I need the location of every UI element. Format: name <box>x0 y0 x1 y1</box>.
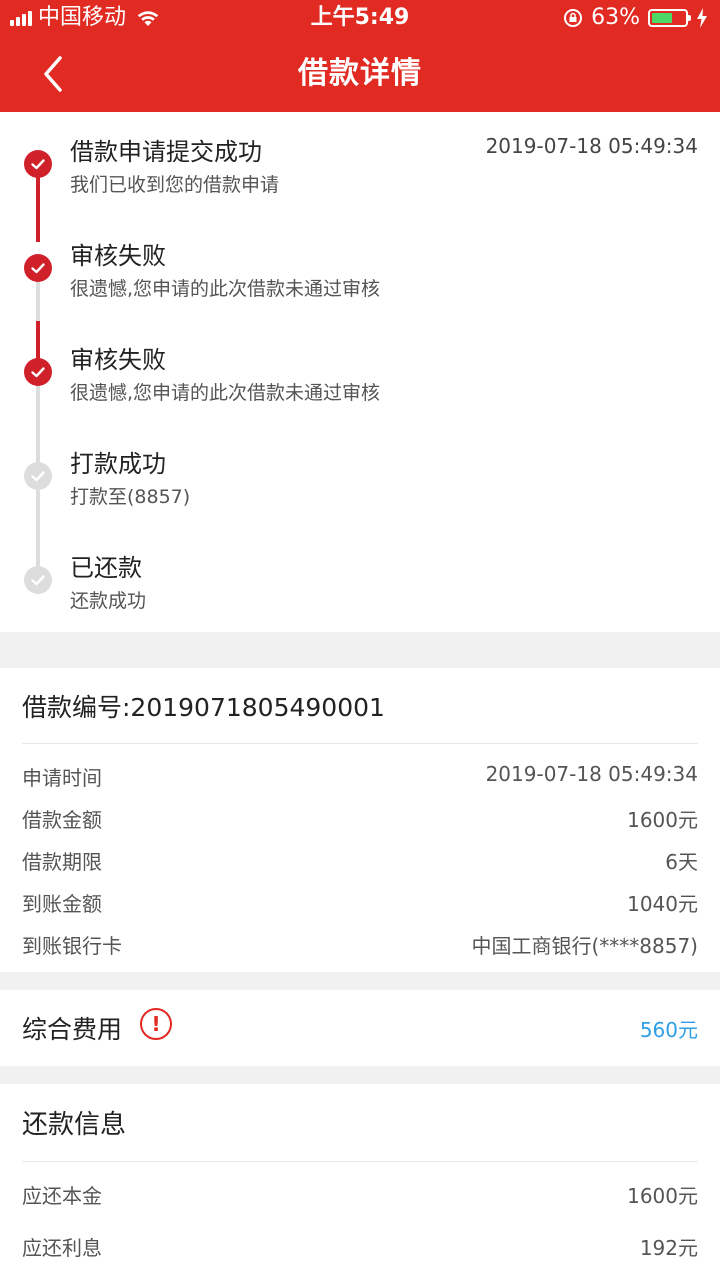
row-label: 到账银行卡 <box>22 934 122 958</box>
row-value: 1040元 <box>627 892 698 916</box>
check-circle-icon <box>24 566 52 594</box>
step-title: 审核失败 <box>70 346 166 374</box>
status-timeline: 借款申请提交成功 我们已收到您的借款申请 2019-07-18 05:49:34… <box>0 112 720 632</box>
row-value: 2019-07-18 05:49:34 <box>485 762 698 786</box>
step-title: 借款申请提交成功 <box>70 138 262 166</box>
nav-bar: 借款详情 <box>0 36 720 112</box>
step-subtitle: 还款成功 <box>70 590 147 612</box>
row-label: 到账金额 <box>22 892 102 916</box>
step-title: 已还款 <box>70 554 142 582</box>
step-subtitle: 打款至(8857) <box>70 486 191 508</box>
timeline-step: 已还款 还款成功 <box>0 528 720 632</box>
rotation-lock-icon <box>564 9 583 27</box>
detail-row: 应还本金 1600元 <box>22 1180 698 1210</box>
detail-row: 到账金额 1040元 <box>22 888 698 918</box>
loan-number: 借款编号:2019071805490001 <box>22 693 385 722</box>
info-alert-icon[interactable]: ! <box>140 1008 172 1040</box>
row-label: 应还本金 <box>22 1184 102 1208</box>
detail-row: 到账银行卡 中国工商银行(****8857) <box>22 930 698 960</box>
detail-row: 申请时间 2019-07-18 05:49:34 <box>22 762 698 792</box>
step-subtitle: 我们已收到您的借款申请 <box>70 174 280 196</box>
row-label: 应还利息 <box>22 1236 102 1260</box>
step-subtitle: 很遗憾,您申请的此次借款未通过审核 <box>70 382 381 404</box>
divider <box>22 1161 698 1162</box>
app-header: 中国移动 上午5:49 63% 借款详情 <box>0 0 720 112</box>
timeline-step: 打款成功 打款至(8857) <box>0 424 720 528</box>
row-value: 6天 <box>665 850 698 874</box>
timeline-step: 借款申请提交成功 我们已收到您的借款申请 2019-07-18 05:49:34 <box>0 112 720 216</box>
fee-label: 综合费用 <box>22 1015 123 1044</box>
battery-percent: 63% <box>591 5 640 30</box>
repay-title: 还款信息 <box>22 1110 127 1140</box>
status-bar: 中国移动 上午5:49 63% <box>0 0 720 36</box>
check-circle-icon <box>24 150 52 178</box>
battery-level <box>652 13 673 23</box>
page-title: 借款详情 <box>298 56 422 91</box>
detail-row: 应还利息 192元 <box>22 1232 698 1262</box>
row-label: 借款期限 <box>22 850 102 874</box>
row-value: 中国工商银行(****8857) <box>471 934 698 958</box>
row-label: 借款金额 <box>22 808 102 832</box>
loan-detail-card: 借款编号:2019071805490001 申请时间 2019-07-18 05… <box>0 668 720 972</box>
check-circle-icon <box>24 254 52 282</box>
row-value: 192元 <box>639 1236 698 1260</box>
timeline-step: 审核失败 很遗憾,您申请的此次借款未通过审核 <box>0 216 720 320</box>
step-subtitle: 很遗憾,您申请的此次借款未通过审核 <box>70 278 381 300</box>
step-title: 打款成功 <box>70 450 166 478</box>
battery-icon <box>648 9 691 27</box>
row-label: 申请时间 <box>22 766 102 790</box>
repayment-card: 还款信息 应还本金 1600元 应还利息 192元 <box>0 1084 720 1280</box>
row-value: 1600元 <box>627 1184 698 1208</box>
timeline-step: 审核失败 很遗憾,您申请的此次借款未通过审核 <box>0 320 720 424</box>
charging-icon <box>697 8 707 28</box>
divider <box>22 743 698 744</box>
step-time: 2019-07-18 05:49:34 <box>485 134 698 158</box>
check-circle-icon <box>24 462 52 490</box>
status-right: 63% <box>563 0 708 36</box>
detail-row: 借款金额 1600元 <box>22 804 698 834</box>
check-circle-icon <box>24 358 52 386</box>
fee-card[interactable]: 综合费用 ! 560元 <box>0 990 720 1066</box>
row-value: 1600元 <box>627 808 698 832</box>
fee-value: 560元 <box>639 1018 698 1042</box>
step-title: 审核失败 <box>70 242 166 270</box>
detail-row: 借款期限 6天 <box>22 846 698 876</box>
